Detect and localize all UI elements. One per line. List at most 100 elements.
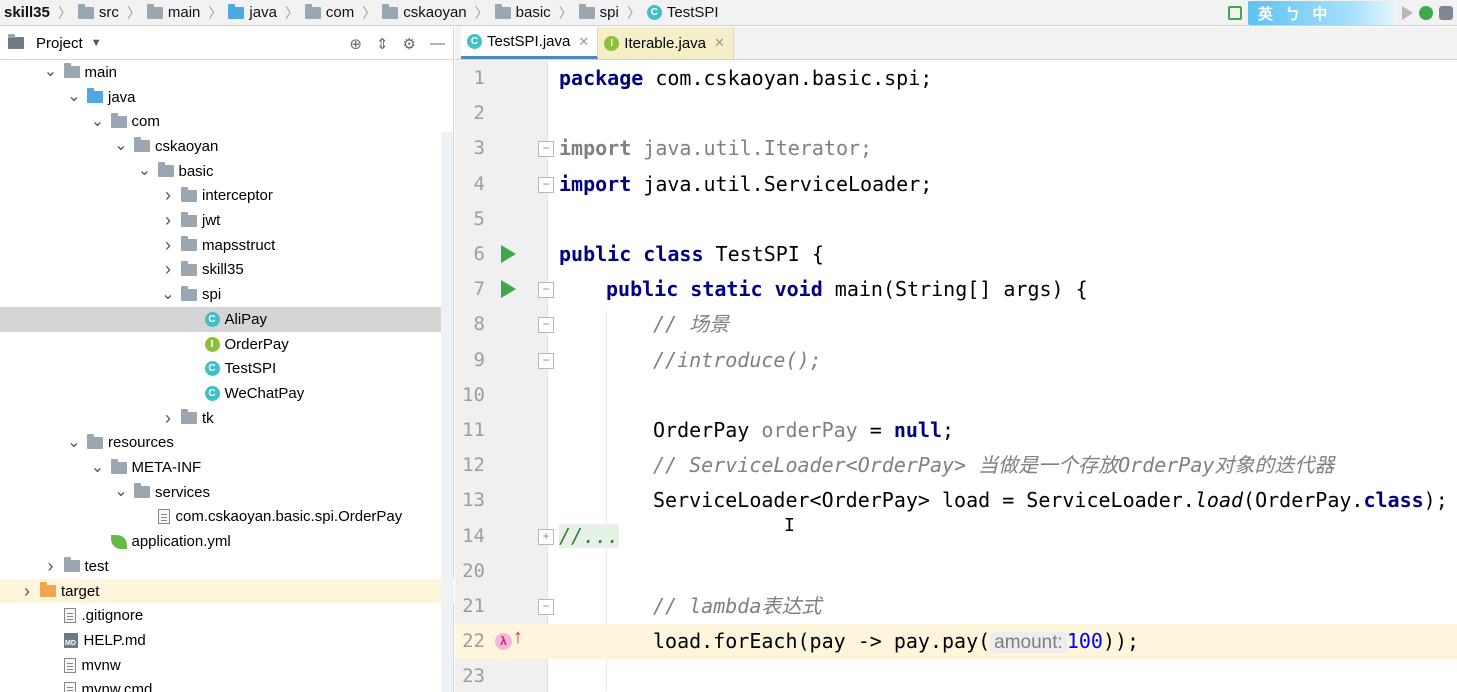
minimize-icon[interactable]: — (430, 35, 445, 52)
ime-indicator[interactable]: 英 ㄅ 中 (1248, 1, 1396, 25)
code-line-11[interactable]: OrderPay orderPay = null; (548, 413, 1457, 448)
tree-item[interactable]: ⌄ com (0, 109, 454, 134)
chevron-down-icon[interactable]: ⌄ (91, 113, 105, 129)
code-line-20[interactable] (548, 554, 1457, 589)
tree-item[interactable]: ›CTestSPI (0, 356, 454, 381)
chevron-down-icon[interactable]: ⌄ (67, 89, 81, 105)
tree-item[interactable]: ›IOrderPay (0, 332, 454, 357)
code-line-3[interactable]: import java.util.Iterator; (548, 131, 1457, 166)
chevron-down-icon[interactable]: ⌄ (91, 459, 105, 475)
code-line-9[interactable]: //introduce(); (548, 343, 1457, 378)
collapse-all-icon[interactable]: ⇕ (376, 35, 389, 53)
code-line-1[interactable]: package com.cskaoyan.basic.spi; (548, 61, 1457, 96)
tree-item[interactable]: › test (0, 554, 454, 579)
breadcrumb-item-com[interactable]: com 〉 (304, 3, 382, 23)
tree-scrollbar[interactable] (441, 132, 453, 692)
tree-item[interactable]: ⌄ services (0, 480, 454, 505)
tree-item[interactable]: ⌄ basic (0, 159, 454, 184)
chevron-right-icon: 〉 (362, 4, 377, 21)
project-panel-header: Project ▼ ⊕ ⇕ ⚙ — (0, 27, 453, 60)
tree-item[interactable]: ›CAliPay (0, 307, 454, 332)
breadcrumb-item-java[interactable]: java 〉 (228, 3, 305, 23)
tree-item[interactable]: ›com.cskaoyan.basic.spi.OrderPay (0, 505, 454, 530)
run-class-icon[interactable] (501, 245, 516, 263)
close-icon[interactable]: ✕ (578, 34, 589, 50)
chevron-right-icon[interactable]: › (161, 408, 175, 429)
implements-up-icon[interactable]: ↑ (513, 626, 523, 649)
tree-item[interactable]: ›MDHELP.md (0, 628, 454, 653)
chevron-right-icon[interactable]: › (161, 210, 175, 231)
editor-gutter[interactable]: 1 2 3 4 5 6 7 8 9 10 11 12 13 14 20 21 22 23− − − − − + − λ ↑ (455, 61, 554, 692)
number-literal: 100 (1066, 629, 1103, 654)
tree-item[interactable]: ⌄ spi (0, 282, 454, 307)
chevron-down-icon[interactable]: ⌄ (114, 484, 128, 500)
chevron-right-icon[interactable]: › (44, 556, 58, 577)
code-line-7[interactable]: public static void main(String[] args) { (548, 272, 1457, 307)
folded-region[interactable]: //... (559, 523, 620, 548)
code-line-10[interactable] (548, 378, 1457, 413)
chevron-down-icon[interactable]: ⌄ (161, 286, 175, 302)
code-line-4[interactable]: import java.util.ServiceLoader; (548, 167, 1457, 202)
tree-item[interactable]: › interceptor (0, 184, 454, 209)
run-method-icon[interactable] (501, 280, 516, 299)
breadcrumb-item-testspi[interactable]: C TestSPI (646, 4, 719, 21)
chevron-right-icon[interactable]: › (161, 235, 175, 256)
code-line-2[interactable] (548, 96, 1457, 131)
project-view-selector[interactable]: Project (36, 35, 83, 52)
tree-item[interactable]: ›mvnw.cmd (0, 678, 454, 692)
run-icon[interactable] (1402, 6, 1413, 20)
tree-item[interactable]: ›CWeChatPay (0, 381, 454, 406)
locate-target-icon[interactable]: ⊕ (349, 35, 362, 53)
code-line-12[interactable]: // ServiceLoader<OrderPay> 当做是一个存放OrderP… (548, 448, 1457, 483)
chevron-down-icon[interactable]: ▼ (91, 37, 102, 49)
chevron-right-icon[interactable]: › (161, 185, 175, 206)
folder-icon (181, 211, 197, 227)
code-line-13[interactable]: ServiceLoader<OrderPay> load = ServiceLo… (548, 483, 1457, 518)
code-area[interactable]: package com.cskaoyan.basic.spi; import j… (548, 61, 1457, 692)
chevron-down-icon[interactable]: ⌄ (44, 64, 58, 80)
breadcrumb-item-skill35[interactable]: skill35 〉 (4, 3, 78, 23)
tree-item[interactable]: › tk (0, 406, 454, 431)
chevron-down-icon[interactable]: ⌄ (138, 163, 152, 179)
chevron-right-icon[interactable]: › (161, 259, 175, 280)
tree-item-label: mvnw.cmd (81, 681, 153, 692)
tree-item[interactable]: ⌄ resources (0, 431, 454, 456)
run-config-icon[interactable] (1228, 6, 1242, 20)
code-line-22[interactable]: load.forEach(pay -> pay.pay(amount: 100))… (548, 624, 1457, 660)
breadcrumb-item-src[interactable]: src 〉 (77, 3, 147, 23)
code-line-23[interactable] (548, 659, 1457, 692)
tab-iterable-java[interactable]: I Iterable.java ✕ (598, 27, 734, 59)
code-line-8[interactable]: // 场景 (548, 307, 1457, 342)
code-line-5[interactable] (548, 202, 1457, 237)
tree-item[interactable]: › jwt (0, 208, 454, 233)
breadcrumb-item-main[interactable]: main 〉 (146, 3, 229, 23)
tree-item[interactable]: ⌄ cskaoyan (0, 134, 454, 159)
debug-icon[interactable] (1419, 6, 1433, 20)
tree-item[interactable]: ›mvnw (0, 653, 454, 678)
gear-icon[interactable]: ⚙ (403, 35, 416, 53)
code-line-21[interactable]: // lambda表达式 (548, 589, 1457, 624)
tree-item[interactable]: ⌄ main (0, 60, 454, 85)
chevron-down-icon[interactable]: ⌄ (67, 434, 81, 450)
breadcrumb-item-basic[interactable]: basic 〉 (494, 3, 579, 23)
tree-item[interactable]: ›.gitignore (0, 603, 454, 628)
breadcrumb-item-cskaoyan[interactable]: cskaoyan 〉 (382, 3, 494, 23)
spring-config-icon (110, 534, 127, 549)
tree-item[interactable]: ›application.yml (0, 529, 454, 554)
chevron-down-icon[interactable]: ⌄ (114, 138, 128, 154)
chevron-right-icon[interactable]: › (20, 581, 34, 602)
code-line-14[interactable]: //... (548, 519, 1457, 554)
tree-item[interactable]: ⌄ java (0, 85, 454, 110)
tree-item[interactable]: ⌄ META-INF (0, 455, 454, 480)
tree-item[interactable]: › skill35 (0, 258, 454, 283)
breadcrumb-label: basic (515, 4, 551, 21)
coverage-icon[interactable] (1439, 6, 1453, 20)
tree-item[interactable]: › target (0, 578, 454, 604)
breadcrumb-label: main (167, 4, 201, 21)
code-line-6[interactable]: public class TestSPI { (548, 237, 1457, 272)
folder-icon (494, 3, 511, 19)
breadcrumb-item-spi[interactable]: spi 〉 (578, 3, 647, 23)
tree-item[interactable]: › mapsstruct (0, 233, 454, 258)
close-icon[interactable]: ✕ (714, 35, 725, 51)
tab-testspi-java[interactable]: C TestSPI.java ✕ (461, 27, 599, 59)
